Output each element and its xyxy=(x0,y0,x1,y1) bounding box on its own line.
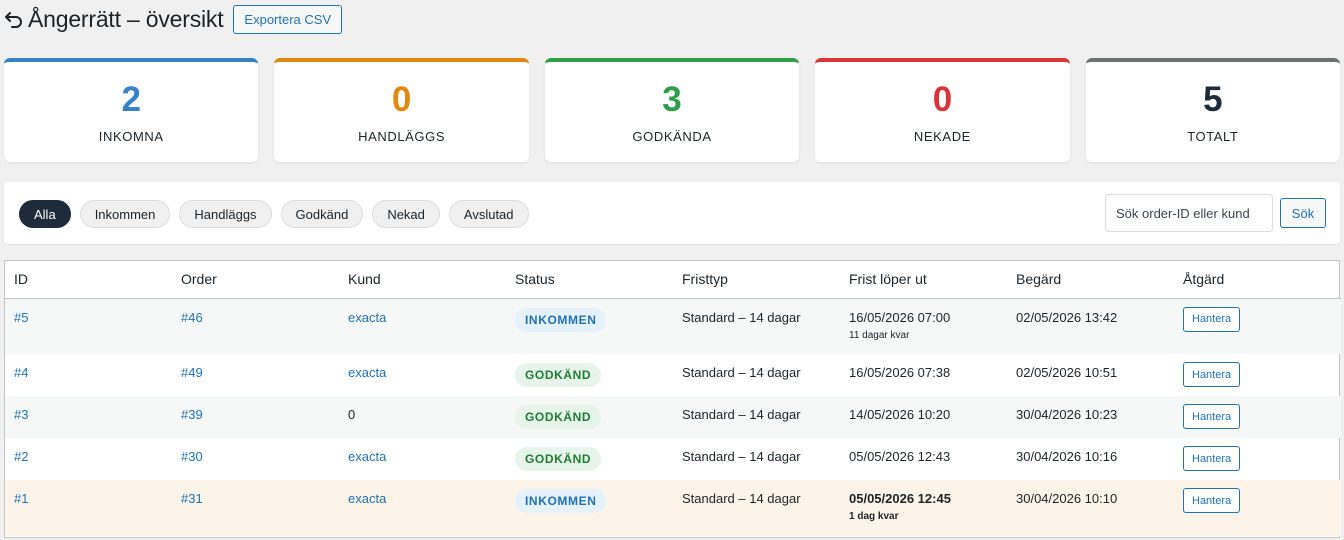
export-csv-button[interactable]: Exportera CSV xyxy=(233,4,343,34)
hantera-button[interactable]: Hantera xyxy=(1183,488,1241,513)
search-button[interactable]: Sök xyxy=(1280,198,1326,228)
status-filter-pills: Alla Inkommen Handläggs Godkänd Nekad Av… xyxy=(19,200,529,228)
column-header-begard[interactable]: Begärd xyxy=(1007,261,1174,299)
card-value: 0 xyxy=(932,80,953,119)
requested-date: 30/04/2026 10:16 xyxy=(1016,449,1118,464)
request-id-link[interactable]: #3 xyxy=(14,407,28,422)
column-header-status[interactable]: Status xyxy=(506,261,673,299)
card-value: 5 xyxy=(1203,80,1223,119)
card-value: 3 xyxy=(662,80,682,119)
card-value: 2 xyxy=(121,80,141,119)
card-value: 0 xyxy=(391,80,412,119)
status-badge: GODKÄND xyxy=(515,447,602,471)
order-link[interactable]: #49 xyxy=(181,365,203,380)
customer-link[interactable]: exacta xyxy=(348,491,386,506)
hantera-button[interactable]: Hantera xyxy=(1183,306,1241,332)
status-badge: GODKÄND xyxy=(515,405,602,429)
customer-link[interactable]: exacta xyxy=(348,449,386,464)
requested-date: 02/05/2026 10:51 xyxy=(1016,365,1118,380)
expires-date: 05/05/2026 12:43 xyxy=(849,449,951,464)
status-badge: INKOMMEN xyxy=(515,489,607,513)
hantera-button[interactable]: Hantera xyxy=(1183,404,1241,429)
expires-date: 16/05/2026 07:00 xyxy=(849,309,951,325)
request-id-link[interactable]: #5 xyxy=(14,310,28,325)
status-badge: INKOMMEN xyxy=(515,307,607,332)
table-header-row: ID Order Kund Status Fristtyp Frist löpe… xyxy=(5,261,1341,299)
requested-date: 30/04/2026 10:10 xyxy=(1016,491,1118,506)
requested-date: 02/05/2026 13:42 xyxy=(1016,309,1118,325)
customer-name: 0 xyxy=(348,407,356,422)
filter-pill-handlaggs[interactable]: Handläggs xyxy=(179,200,272,228)
request-id-link[interactable]: #2 xyxy=(14,449,28,464)
status-badge: GODKÄND xyxy=(515,363,602,387)
deadline-type: Standard – 14 dagar xyxy=(682,491,801,506)
hantera-button[interactable]: Hantera xyxy=(1183,362,1241,387)
days-left-note: 1 dag kvar xyxy=(849,511,899,522)
expires-date: 05/05/2026 12:45 xyxy=(849,491,951,506)
expires-date: 14/05/2026 10:20 xyxy=(849,407,951,422)
card-label: HANDLÄGGS xyxy=(358,129,446,144)
card-godkanda: 3 GODKÄNDA xyxy=(544,58,800,162)
filter-bar: Alla Inkommen Handläggs Godkänd Nekad Av… xyxy=(4,182,1340,244)
table-row: #4 #49 exacta GODKÄND Standard – 14 daga… xyxy=(5,354,1341,396)
expires-date: 16/05/2026 07:38 xyxy=(849,365,951,380)
filter-pill-godkand[interactable]: Godkänd xyxy=(280,200,364,228)
days-left-note: 11 dagar kvar xyxy=(849,329,910,341)
column-header-fristtyp[interactable]: Fristtyp xyxy=(673,261,840,299)
card-label: NEKADE xyxy=(913,129,971,144)
search-input[interactable] xyxy=(1105,194,1273,232)
filter-pill-avslutad[interactable]: Avslutad xyxy=(448,200,529,228)
deadline-type: Standard – 14 dagar xyxy=(682,309,801,325)
card-inkomna: 2 INKOMNA xyxy=(4,58,259,162)
expires-cell: 05/05/2026 12:45 1 dag kvar xyxy=(840,480,1007,536)
order-link[interactable]: #30 xyxy=(181,449,203,464)
expires-cell: 16/05/2026 07:00 11 dagar kvar xyxy=(840,298,1007,354)
filter-pill-nekad[interactable]: Nekad xyxy=(372,200,440,228)
customer-link[interactable]: exacta xyxy=(348,365,386,380)
card-label: TOTALT xyxy=(1187,129,1239,144)
hantera-button[interactable]: Hantera xyxy=(1183,446,1241,471)
column-header-frist[interactable]: Frist löper ut xyxy=(840,261,1007,299)
summary-cards: 2 INKOMNA 0 HANDLÄGGS 3 GODKÄNDA 0 NEKAD… xyxy=(4,58,1341,162)
column-header-order[interactable]: Order xyxy=(172,261,339,299)
request-id-link[interactable]: #1 xyxy=(14,491,28,506)
column-header-atgard: Åtgärd xyxy=(1174,261,1341,299)
customer-link[interactable]: exacta xyxy=(348,310,386,325)
filter-pill-alla[interactable]: Alla xyxy=(19,200,71,228)
order-link[interactable]: #31 xyxy=(181,491,203,506)
requested-date: 30/04/2026 10:23 xyxy=(1016,407,1118,422)
deadline-type: Standard – 14 dagar xyxy=(682,449,801,464)
requests-table: ID Order Kund Status Fristtyp Frist löpe… xyxy=(4,260,1341,538)
card-label: INKOMNA xyxy=(98,129,164,144)
table-row: #2 #30 exacta GODKÄND Standard – 14 daga… xyxy=(5,438,1341,480)
deadline-type: Standard – 14 dagar xyxy=(682,365,801,380)
order-link[interactable]: #46 xyxy=(181,310,203,325)
table-row: #1 #31 exacta INKOMMEN Standard – 14 dag… xyxy=(5,480,1341,536)
card-handlaggs: 0 HANDLÄGGS xyxy=(274,58,529,162)
undo-arrow-icon xyxy=(5,12,22,28)
request-id-link[interactable]: #4 xyxy=(14,365,28,380)
deadline-type: Standard – 14 dagar xyxy=(682,407,801,422)
order-link[interactable]: #39 xyxy=(181,407,203,422)
filter-pill-inkommen[interactable]: Inkommen xyxy=(79,200,171,228)
card-totalt: 5 TOTALT xyxy=(1085,58,1341,162)
column-header-kund[interactable]: Kund xyxy=(339,261,506,299)
column-header-id[interactable]: ID xyxy=(5,261,172,299)
table-row: #5 #46 exacta INKOMMEN Standard – 14 dag… xyxy=(5,298,1341,354)
page-title: Ångerrätt – översikt xyxy=(28,5,224,32)
page-header: Ångerrätt – översikt Exportera CSV xyxy=(4,4,343,34)
card-label: GODKÄNDA xyxy=(632,129,712,144)
card-nekade: 0 NEKADE xyxy=(815,58,1070,162)
table-row: #3 #39 0 GODKÄND Standard – 14 dagar 14/… xyxy=(5,396,1341,438)
